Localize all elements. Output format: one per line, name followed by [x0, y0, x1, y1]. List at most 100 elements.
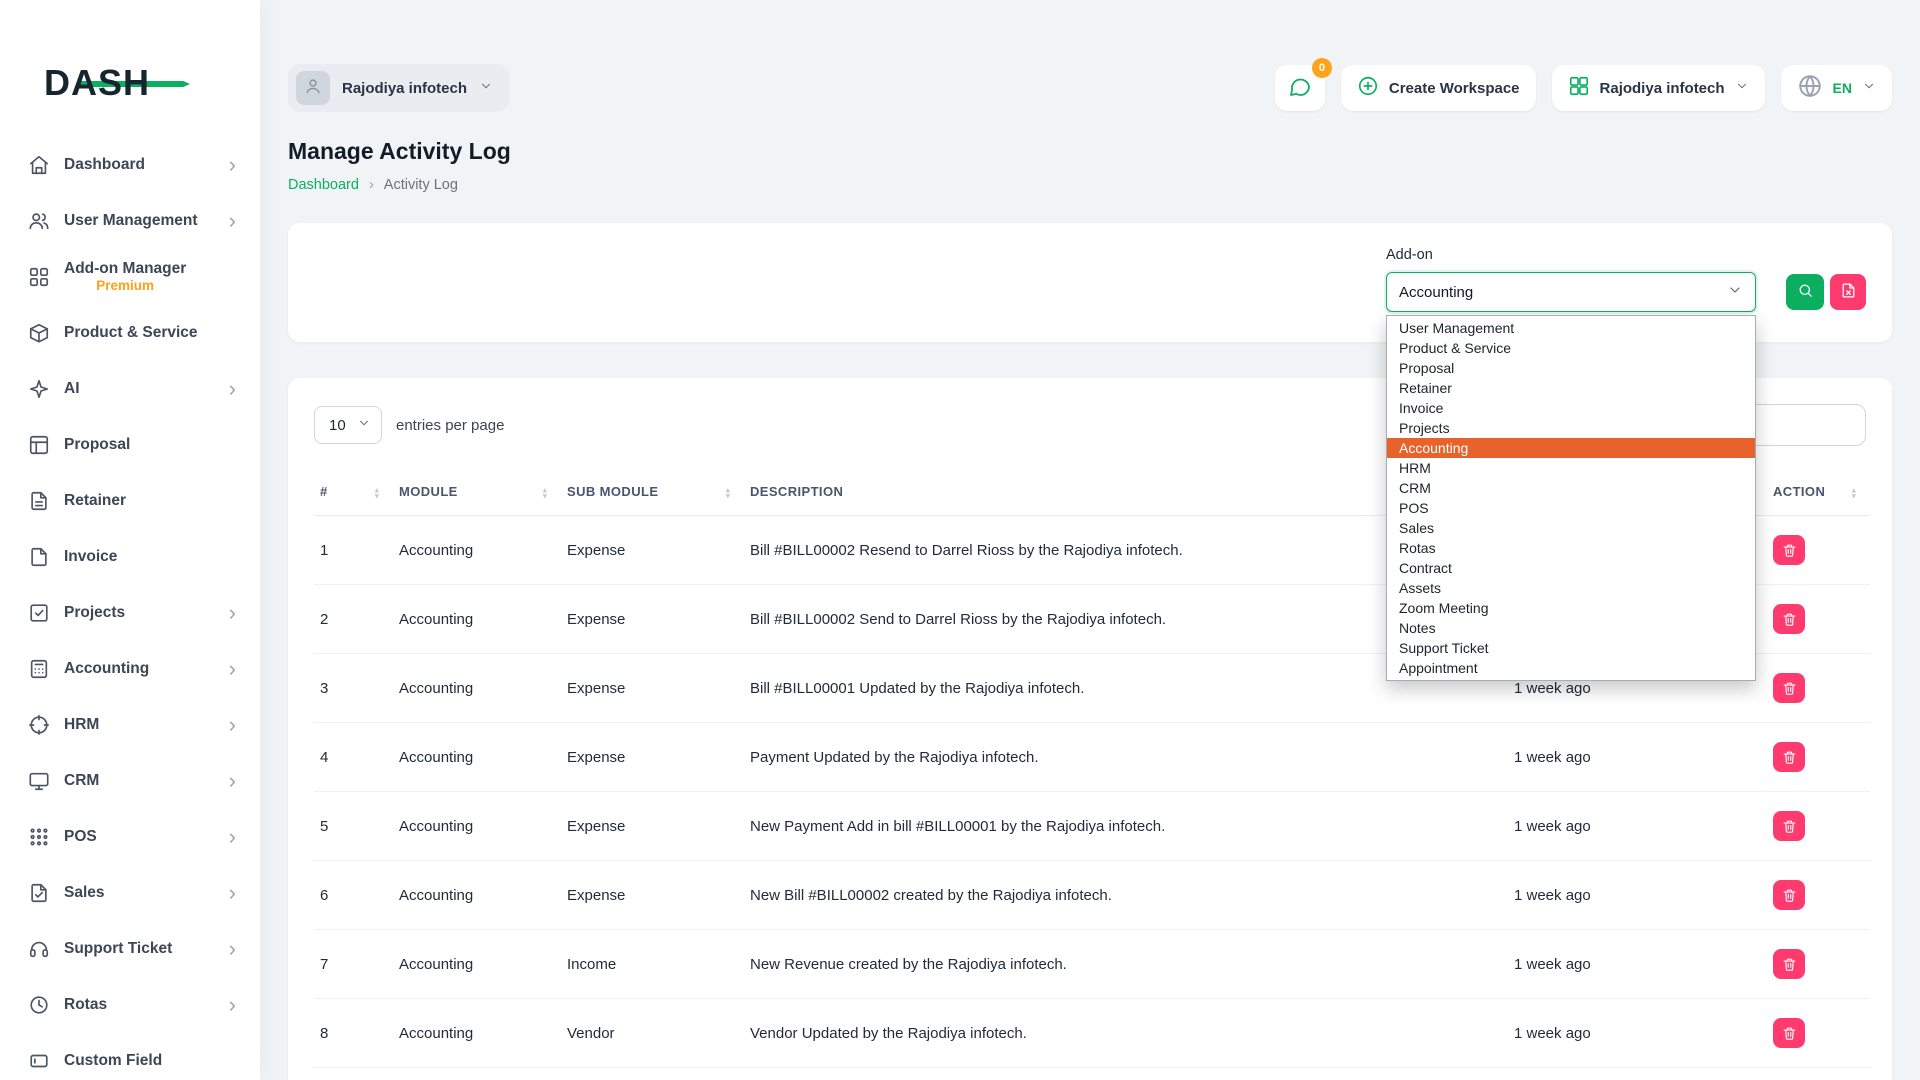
- sidebar-item-ai[interactable]: AI›: [16, 372, 244, 406]
- addon-option[interactable]: Retainer: [1387, 378, 1755, 398]
- column-header-module[interactable]: MODULE▲▼: [393, 474, 561, 516]
- delete-activity-button[interactable]: [1773, 949, 1805, 979]
- cell-num: 4: [314, 723, 393, 792]
- sidebar-item-custom-field[interactable]: Custom Field: [16, 1044, 244, 1078]
- cell-sub-module: Expense: [561, 861, 744, 930]
- sidebar-item-hrm[interactable]: HRM›: [16, 708, 244, 742]
- chevron-right-icon: ›: [229, 882, 236, 904]
- workspace-dropdown-label: Rajodiya infotech: [1600, 80, 1725, 97]
- addon-option[interactable]: Notes: [1387, 618, 1755, 638]
- addon-option[interactable]: CRM: [1387, 478, 1755, 498]
- cell-sub-module: Expense: [561, 585, 744, 654]
- search-button[interactable]: [1786, 274, 1824, 310]
- invoice-icon: [28, 546, 50, 568]
- addon-option[interactable]: Contract: [1387, 558, 1755, 578]
- sidebar-item-invoice[interactable]: Invoice: [16, 540, 244, 574]
- trash-icon: [1782, 1026, 1797, 1041]
- cell-sub-module: Income: [561, 930, 744, 999]
- sidebar-item-sales[interactable]: Sales›: [16, 876, 244, 910]
- breadcrumb-dashboard-link[interactable]: Dashboard: [288, 177, 359, 193]
- addon-option[interactable]: Support Ticket: [1387, 638, 1755, 658]
- cell-module: Accounting: [393, 723, 561, 792]
- addon-option[interactable]: Zoom Meeting: [1387, 598, 1755, 618]
- addon-option[interactable]: User Management: [1387, 318, 1755, 338]
- addon-select[interactable]: Accounting: [1386, 272, 1756, 312]
- delete-activity-button[interactable]: [1773, 535, 1805, 565]
- addon-option[interactable]: Accounting: [1387, 438, 1755, 458]
- sidebar-item-support-ticket[interactable]: Support Ticket›: [16, 932, 244, 966]
- addon-option[interactable]: Appointment: [1387, 658, 1755, 678]
- addon-option[interactable]: Proposal: [1387, 358, 1755, 378]
- column-header-sub-module[interactable]: SUB MODULE▲▼: [561, 474, 744, 516]
- delete-activity-button[interactable]: [1773, 742, 1805, 772]
- retainer-icon: [28, 490, 50, 512]
- sidebar-item-projects[interactable]: Projects›: [16, 596, 244, 630]
- chevron-right-icon: ›: [229, 826, 236, 848]
- chevron-down-icon: [1735, 79, 1749, 97]
- workspace-dropdown[interactable]: Rajodiya infotech: [1552, 65, 1765, 111]
- main-content: Rajodiya infotech 0 Create Workspace Raj…: [260, 64, 1920, 1080]
- sidebar-item-label: Projects: [64, 604, 125, 623]
- chevron-right-icon: ›: [229, 210, 236, 232]
- delete-activity-button[interactable]: [1773, 880, 1805, 910]
- column-header-action[interactable]: ACTION▲▼: [1767, 474, 1870, 516]
- search-icon: [1797, 282, 1814, 302]
- addon-option[interactable]: Invoice: [1387, 398, 1755, 418]
- avatar: [296, 71, 330, 105]
- column-header-num[interactable]: #▲▼: [314, 474, 393, 516]
- cell-sub-module: Vendor: [561, 1068, 744, 1080]
- table-row: 5AccountingExpenseNew Payment Add in bil…: [314, 792, 1870, 861]
- sales-icon: [28, 882, 50, 904]
- entries-per-page-select[interactable]: 10: [314, 406, 382, 444]
- chat-icon: [1288, 75, 1312, 102]
- addon-option[interactable]: HRM: [1387, 458, 1755, 478]
- sidebar-item-label: Add-on Manager: [64, 260, 186, 279]
- sidebar-item-add-on-manager[interactable]: Add-on ManagerPremium: [16, 260, 244, 294]
- users-icon: [28, 210, 50, 232]
- addon-option[interactable]: POS: [1387, 498, 1755, 518]
- language-dropdown[interactable]: EN: [1781, 65, 1892, 111]
- sidebar-item-proposal[interactable]: Proposal: [16, 428, 244, 462]
- export-button[interactable]: [1830, 274, 1866, 310]
- sidebar-item-rotas[interactable]: Rotas›: [16, 988, 244, 1022]
- product-icon: [28, 322, 50, 344]
- workspace-chip[interactable]: Rajodiya infotech: [288, 64, 509, 112]
- chevron-right-icon: ›: [229, 770, 236, 792]
- chevron-right-icon: ›: [229, 938, 236, 960]
- addon-option[interactable]: Sales: [1387, 518, 1755, 538]
- custom-icon: [28, 1050, 50, 1072]
- sort-icon: ▲▼: [373, 487, 381, 500]
- addon-option[interactable]: Rotas: [1387, 538, 1755, 558]
- sidebar-item-user-management[interactable]: User Management›: [16, 204, 244, 238]
- create-workspace-label: Create Workspace: [1389, 80, 1520, 97]
- sidebar-item-accounting[interactable]: Accounting›: [16, 652, 244, 686]
- trash-icon: [1782, 681, 1797, 696]
- addon-option[interactable]: Projects: [1387, 418, 1755, 438]
- delete-activity-button[interactable]: [1773, 1018, 1805, 1048]
- sidebar-item-pos[interactable]: POS›: [16, 820, 244, 854]
- cell-date: 1 week ago: [1508, 999, 1767, 1068]
- cell-date: 1 week ago: [1508, 930, 1767, 999]
- delete-activity-button[interactable]: [1773, 604, 1805, 634]
- sidebar-item-retainer[interactable]: Retainer: [16, 484, 244, 518]
- sidebar-item-dashboard[interactable]: Dashboard›: [16, 148, 244, 182]
- sidebar-item-product-service[interactable]: Product & Service: [16, 316, 244, 350]
- sidebar-item-label: HRM: [64, 716, 99, 735]
- cell-module: Accounting: [393, 654, 561, 723]
- addon-select-wrap: Accounting User ManagementProduct & Serv…: [1386, 272, 1756, 312]
- delete-activity-button[interactable]: [1773, 673, 1805, 703]
- delete-activity-button[interactable]: [1773, 811, 1805, 841]
- cell-num: 7: [314, 930, 393, 999]
- messages-button[interactable]: 0: [1275, 65, 1325, 111]
- cell-module: Accounting: [393, 861, 561, 930]
- trash-icon: [1782, 543, 1797, 558]
- sidebar-item-crm[interactable]: CRM›: [16, 764, 244, 798]
- sidebar-item-label: Retainer: [64, 492, 126, 511]
- addon-select-dropdown: User ManagementProduct & ServiceProposal…: [1386, 315, 1756, 681]
- create-workspace-button[interactable]: Create Workspace: [1341, 65, 1536, 111]
- addon-option[interactable]: Product & Service: [1387, 338, 1755, 358]
- sort-icon: ▲▼: [541, 487, 549, 500]
- entries-per-page-value: 10: [329, 417, 346, 434]
- addon-filter-label: Add-on: [1386, 247, 1866, 263]
- addon-option[interactable]: Assets: [1387, 578, 1755, 598]
